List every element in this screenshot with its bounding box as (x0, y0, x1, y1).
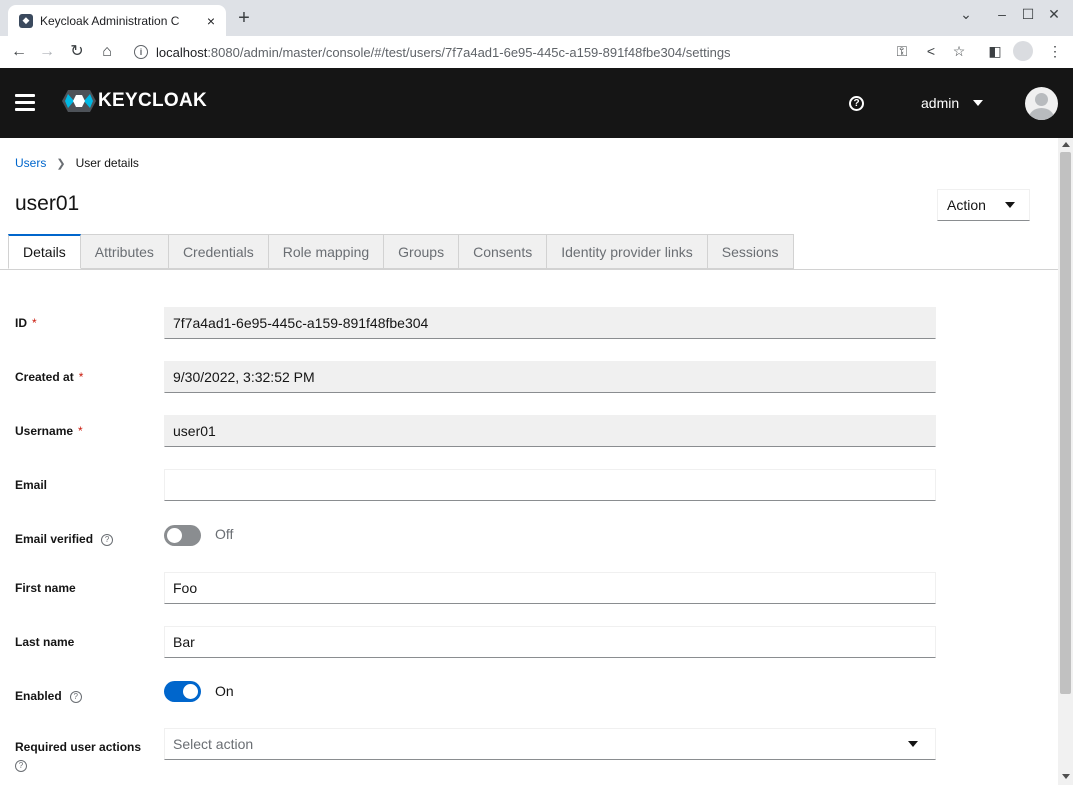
address-bar[interactable]: i localhost:8080/admin/master/console/#/… (124, 39, 884, 65)
user-menu-toggle[interactable]: admin (921, 95, 984, 111)
tab-credentials[interactable]: Credentials (168, 234, 269, 269)
browser-tab-title: Keycloak Administration C (40, 13, 180, 28)
tab-list: Details Attributes Credentials Role mapp… (8, 234, 794, 269)
breadcrumb-users-link[interactable]: Users (15, 156, 46, 170)
breadcrumb: Users ❯ User details (15, 156, 139, 170)
maximize-icon[interactable]: ☐ (1020, 6, 1036, 23)
username-label: admin (921, 95, 960, 111)
tab-attributes[interactable]: Attributes (80, 234, 169, 269)
page-title: user01 (15, 192, 80, 215)
profile-icon[interactable] (1013, 41, 1033, 61)
username-field[interactable]: user01 (164, 415, 936, 447)
kebab-menu-icon[interactable]: ⋮ (1046, 43, 1064, 60)
email-verified-switch[interactable] (164, 525, 201, 546)
scroll-up-icon[interactable] (1062, 142, 1070, 147)
app-header: KEYCLOAK ? admin (0, 68, 1073, 138)
action-label: Action (947, 197, 986, 213)
username-label: Username * (15, 424, 83, 438)
logo-text: KEYCLOAK (98, 90, 208, 111)
required-marker: * (78, 424, 83, 438)
reload-icon[interactable]: ↻ (66, 41, 88, 63)
caret-down-icon (1004, 202, 1015, 208)
action-dropdown[interactable]: Action (937, 189, 1030, 221)
created-at-label-text: Created at (15, 370, 74, 384)
first-name-label: First name (15, 581, 76, 595)
scroll-thumb[interactable] (1060, 152, 1071, 694)
keycloak-logo[interactable]: KEYCLOAK (62, 90, 207, 112)
keycloak-logo-icon (62, 90, 96, 112)
side-panel-icon[interactable]: ◧ (986, 43, 1004, 60)
scroll-down-icon[interactable] (1062, 774, 1070, 779)
minimize-icon[interactable]: – (994, 6, 1010, 22)
select-placeholder: Select action (173, 736, 254, 752)
chevron-down-icon[interactable]: ⌄ (958, 6, 974, 23)
required-marker: * (32, 316, 37, 330)
enabled-label-text: Enabled (15, 689, 62, 703)
help-circle-icon[interactable]: ? (69, 690, 82, 703)
browser-tabstrip: ◆ Keycloak Administration C × + ⌄ – ☐ ✕ (0, 0, 1073, 36)
keycloak-favicon-icon: ◆ (19, 13, 33, 28)
back-arrow-icon[interactable]: ← (8, 41, 30, 63)
required-actions-select[interactable]: Select action (164, 728, 936, 760)
tab-close-icon[interactable]: × (204, 13, 218, 29)
tab-identity-provider-links[interactable]: Identity provider links (547, 234, 708, 269)
hamburger-menu-icon[interactable] (15, 94, 35, 111)
browser-toolbar: ← → ↻ ⌂ i localhost:8080/admin/master/co… (0, 36, 1073, 68)
last-name-field[interactable]: Bar (164, 626, 936, 658)
main-content: Users ❯ User details user01 Action Detai… (0, 138, 1058, 785)
tab-consents[interactable]: Consents (459, 234, 548, 269)
help-icon[interactable]: ? (849, 96, 864, 111)
breadcrumb-current: User details (75, 156, 139, 170)
caret-down-icon (973, 100, 984, 106)
tab-sessions[interactable]: Sessions (707, 234, 794, 269)
bookmark-star-icon[interactable]: ☆ (950, 43, 968, 60)
required-actions-label: Required user actions ? (15, 738, 150, 774)
url-host: localhost (156, 44, 208, 60)
enabled-switch[interactable] (164, 681, 201, 702)
username-label-text: Username (15, 424, 74, 438)
site-info-icon[interactable]: i (134, 45, 148, 59)
id-label-text: ID (15, 316, 27, 330)
id-label: ID * (15, 316, 37, 330)
help-circle-icon[interactable]: ? (15, 759, 27, 772)
tabs-divider (0, 269, 1058, 270)
key-icon[interactable]: ⚿ (893, 43, 911, 60)
new-tab-button[interactable]: + (234, 6, 254, 30)
share-icon[interactable]: < (922, 43, 940, 59)
page-scrollbar[interactable] (1058, 138, 1073, 785)
tab-details[interactable]: Details (8, 234, 81, 269)
email-field[interactable] (164, 469, 936, 501)
browser-tab[interactable]: ◆ Keycloak Administration C × (8, 5, 226, 36)
email-verified-label-text: Email verified (15, 532, 94, 546)
required-actions-label-text: Required user actions (15, 740, 142, 754)
breadcrumb-separator-icon: ❯ (56, 157, 66, 170)
email-verified-state: Off (215, 526, 234, 542)
enabled-state: On (215, 683, 234, 699)
first-name-field[interactable]: Foo (164, 572, 936, 604)
home-icon[interactable]: ⌂ (96, 41, 118, 63)
forward-arrow-icon[interactable]: → (36, 41, 58, 63)
url-path: :8080/admin/master/console/#/test/users/… (207, 44, 731, 60)
last-name-label: Last name (15, 635, 75, 649)
tab-role-mapping[interactable]: Role mapping (268, 234, 385, 269)
id-field[interactable]: 7f7a4ad1-6e95-445c-a159-891f48fbe304 (164, 307, 936, 339)
help-circle-icon[interactable]: ? (101, 533, 114, 546)
enabled-label: Enabled? (15, 689, 82, 703)
avatar[interactable] (1025, 87, 1058, 120)
close-icon[interactable]: ✕ (1046, 6, 1062, 23)
tab-groups[interactable]: Groups (384, 234, 460, 269)
created-at-field[interactable]: 9/30/2022, 3:32:52 PM (164, 361, 936, 393)
required-marker: * (78, 370, 84, 384)
email-verified-label: Email verified? (15, 532, 114, 546)
created-at-label: Created at * (15, 370, 83, 384)
email-label: Email (15, 478, 48, 492)
caret-down-icon (908, 741, 918, 747)
